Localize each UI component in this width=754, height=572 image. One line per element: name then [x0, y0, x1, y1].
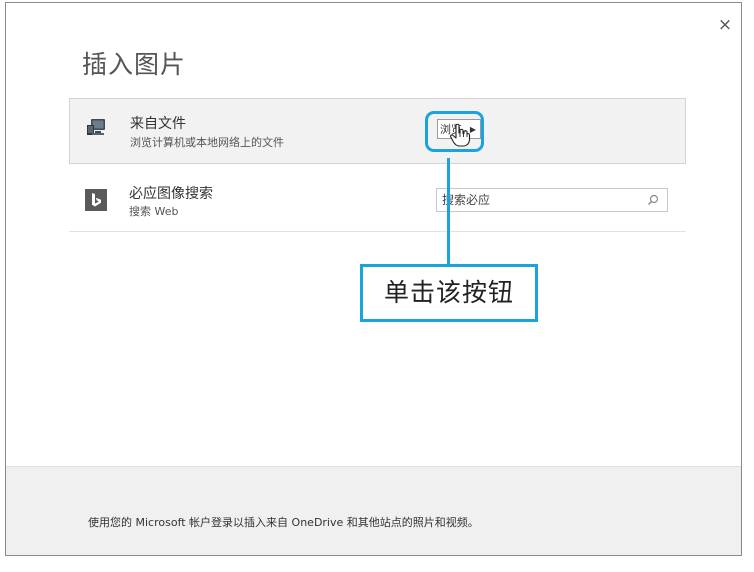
callout-box: 单击该按钮	[360, 264, 538, 322]
dialog-footer: 使用您的 Microsoft 帐户登录以插入来自 OneDrive 和其他站点的…	[6, 466, 741, 555]
browse-button[interactable]: 浏览 ▶	[437, 119, 481, 139]
bing-search-box[interactable]	[436, 188, 668, 212]
footer-signin-text: 使用您的 Microsoft 帐户登录以插入来自 OneDrive 和其他站点的…	[88, 516, 479, 529]
bing-search-row: 必应图像搜索 搜索 Web	[69, 170, 686, 232]
insert-picture-dialog: × 插入图片 来自文件 浏览计算机或本地网络上的文件 浏览 ▶ 必应图像搜索 搜…	[5, 2, 742, 556]
bing-search-title: 必应图像搜索	[129, 186, 213, 202]
close-icon: ×	[717, 15, 733, 35]
close-button[interactable]: ×	[717, 15, 733, 35]
computer-monitor-icon	[87, 119, 105, 135]
bing-search-input[interactable]	[437, 189, 642, 211]
bing-logo-icon	[85, 189, 107, 211]
browse-button-label: 浏览	[440, 123, 462, 136]
from-file-row[interactable]: 来自文件 浏览计算机或本地网络上的文件 浏览 ▶	[69, 98, 686, 164]
from-file-title: 来自文件	[130, 116, 186, 132]
bing-search-subtitle: 搜索 Web	[129, 205, 179, 218]
search-icon[interactable]	[647, 194, 659, 206]
dialog-title: 插入图片	[82, 50, 187, 79]
callout-connector-line	[447, 158, 450, 264]
from-file-subtitle: 浏览计算机或本地网络上的文件	[130, 136, 284, 149]
browse-arrow-icon: ▶	[469, 125, 476, 134]
